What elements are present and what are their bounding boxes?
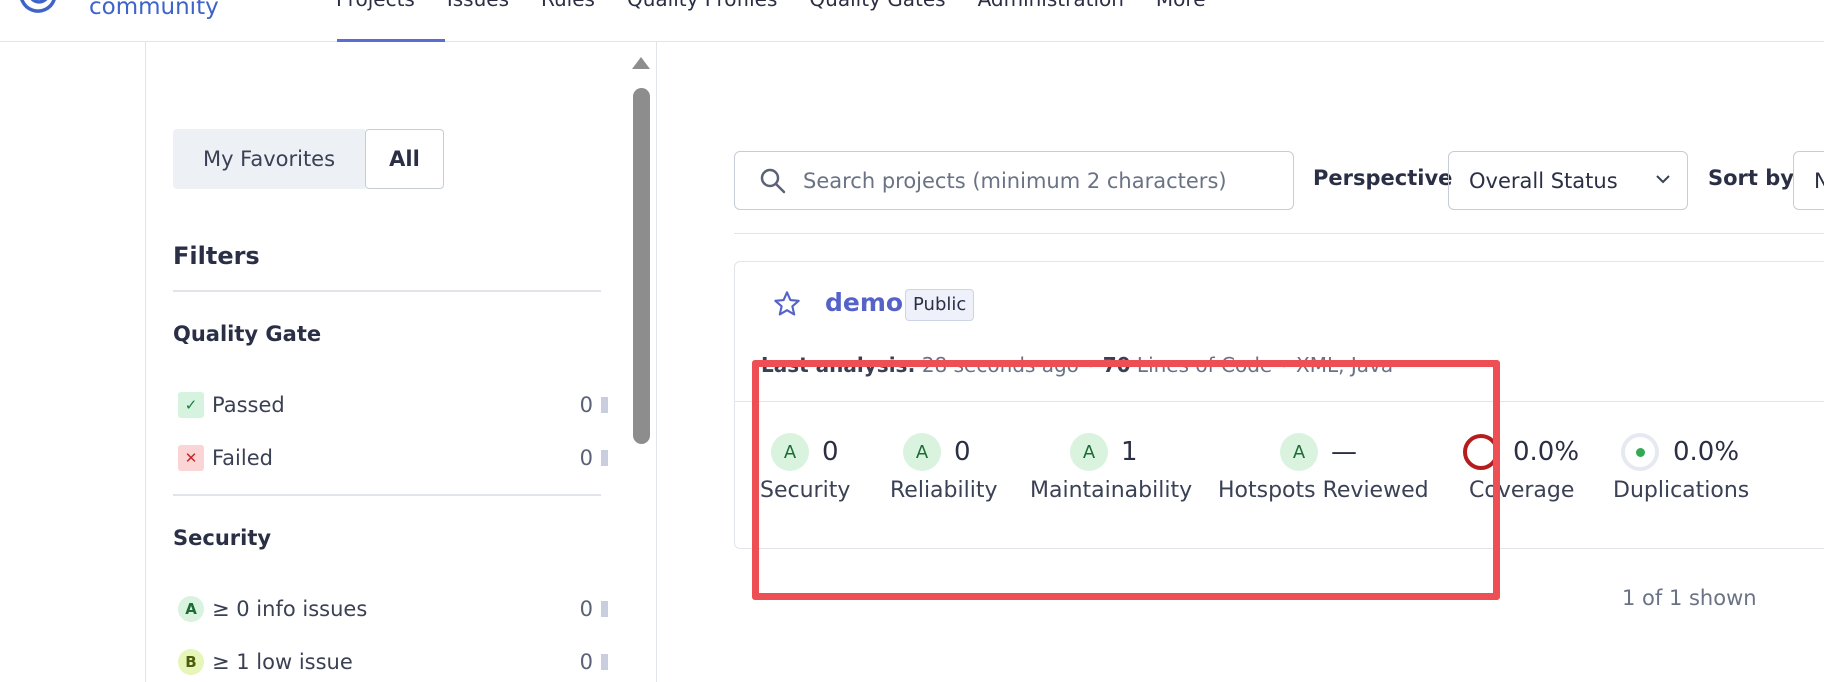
filters-sidebar: My Favorites All Filters Quality Gate ✓ … — [145, 42, 657, 682]
divider — [173, 494, 601, 496]
quality-gate-heading[interactable]: Quality Gate — [173, 322, 321, 346]
analysis-time: 28 seconds ago — [921, 353, 1079, 377]
facet-failed[interactable]: ✕ Failed 0 — [178, 442, 608, 474]
nav-item-issues[interactable]: Issues — [447, 0, 509, 10]
separator-dot: • — [1278, 353, 1291, 377]
facet-label: ≥ 1 low issue — [212, 650, 353, 674]
favorites-toggle: My Favorites All — [173, 129, 444, 189]
sort-by-select[interactable]: N — [1793, 151, 1824, 210]
metric-value: — — [1331, 437, 1357, 467]
favorite-star-icon[interactable] — [773, 290, 801, 318]
rating-a-icon: A — [178, 596, 204, 622]
visibility-badge: Public — [905, 289, 975, 321]
main-nav: Projects Issues Rules Quality Profiles Q… — [336, 0, 1206, 10]
facet-label: Passed — [212, 393, 285, 417]
metric-value: 0.0% — [1513, 437, 1580, 467]
all-button[interactable]: All — [365, 129, 444, 189]
loc-value: 70 — [1102, 353, 1131, 377]
metric-label: Coverage — [1469, 478, 1575, 503]
metric-duplications[interactable]: 0.0% Duplications — [1613, 432, 1749, 503]
search-projects-input[interactable]: Search projects (minimum 2 characters) — [734, 151, 1294, 210]
metric-label: Hotspots Reviewed — [1218, 478, 1429, 503]
facet-count: 0 — [579, 393, 593, 417]
metric-value: 1 — [1121, 437, 1138, 467]
metric-label: Duplications — [1613, 478, 1750, 503]
perspective-value: Overall Status — [1469, 168, 1618, 193]
filters-heading: Filters — [173, 242, 260, 270]
security-heading[interactable]: Security — [173, 526, 271, 550]
metric-value: 0.0% — [1673, 437, 1740, 467]
rating-a-icon: A — [1280, 433, 1318, 471]
perspective-label: Perspective — [1313, 166, 1453, 190]
analysis-label: Last analysis: — [761, 353, 916, 377]
nav-item-quality-gates[interactable]: Quality Gates — [809, 0, 945, 10]
perspective-select[interactable]: Overall Status — [1448, 151, 1688, 210]
toolbar-divider — [734, 233, 1824, 234]
rating-a-icon: A — [1070, 433, 1108, 471]
metric-label: Maintainability — [1030, 478, 1193, 503]
facet-security-a[interactable]: A ≥ 0 info issues 0 — [178, 593, 608, 625]
sidebar-scrollbar[interactable] — [631, 50, 650, 682]
metric-value: 0 — [954, 437, 971, 467]
project-name-link[interactable]: demo — [825, 288, 903, 317]
facet-bar — [601, 450, 608, 466]
nav-item-more[interactable]: More — [1156, 0, 1206, 10]
nav-item-projects[interactable]: Projects — [336, 0, 415, 10]
languages: XML, Java — [1296, 353, 1394, 377]
top-navigation-bar: community Projects Issues Rules Quality … — [0, 0, 1824, 42]
facet-count: 0 — [579, 597, 593, 621]
metric-reliability[interactable]: A 0 Reliability — [890, 432, 998, 503]
project-card: demo Public Last analysis: 28 seconds ag… — [734, 261, 1824, 549]
facet-count: 0 — [579, 650, 593, 674]
rating-a-icon: A — [903, 433, 941, 471]
facet-passed[interactable]: ✓ Passed 0 — [178, 389, 608, 421]
facet-count: 0 — [579, 446, 593, 470]
results-count: 1 of 1 shown — [1622, 586, 1757, 610]
check-icon: ✓ — [178, 392, 204, 418]
scroll-up-arrow-icon[interactable] — [632, 57, 650, 69]
cross-icon: ✕ — [178, 445, 204, 471]
nav-item-administration[interactable]: Administration — [978, 0, 1124, 10]
metric-maintainability[interactable]: A 1 Maintainability — [1030, 432, 1192, 503]
nav-item-rules[interactable]: Rules — [541, 0, 595, 10]
facet-security-b[interactable]: B ≥ 1 low issue 0 — [178, 646, 608, 678]
nav-item-quality-profiles[interactable]: Quality Profiles — [627, 0, 777, 10]
metric-hotspots-reviewed[interactable]: A — Hotspots Reviewed — [1218, 432, 1429, 503]
facet-label: ≥ 0 info issues — [212, 597, 368, 621]
loc-label: Lines of Code — [1136, 353, 1273, 377]
metric-coverage[interactable]: 0.0% Coverage — [1463, 432, 1579, 503]
facet-bar — [601, 397, 608, 413]
sort-by-label: Sort by — [1708, 166, 1794, 190]
analysis-info: Last analysis: 28 seconds ago • 70 Lines o… — [761, 353, 1393, 377]
search-placeholder: Search projects (minimum 2 characters) — [803, 168, 1227, 193]
search-icon — [760, 168, 786, 193]
brand-name[interactable]: community — [89, 0, 219, 20]
duplications-ring-icon — [1621, 433, 1659, 471]
metric-value: 0 — [822, 437, 839, 467]
scroll-thumb[interactable] — [633, 88, 650, 444]
chevron-down-icon — [1656, 175, 1670, 184]
card-divider — [735, 401, 1824, 402]
facet-bar — [601, 654, 608, 670]
facet-bar — [601, 601, 608, 617]
metric-label: Reliability — [890, 478, 998, 503]
my-favorites-button[interactable]: My Favorites — [173, 129, 365, 189]
facet-label: Failed — [212, 446, 273, 470]
rating-b-icon: B — [178, 649, 204, 675]
sort-value: N — [1814, 168, 1824, 193]
separator-dot: • — [1084, 353, 1097, 377]
divider — [173, 290, 601, 292]
coverage-ring-icon — [1463, 434, 1499, 470]
rating-a-icon: A — [771, 433, 809, 471]
metric-security[interactable]: A 0 Security — [760, 432, 850, 503]
sonarqube-logo-icon[interactable] — [18, 0, 58, 18]
metric-label: Security — [760, 478, 851, 503]
